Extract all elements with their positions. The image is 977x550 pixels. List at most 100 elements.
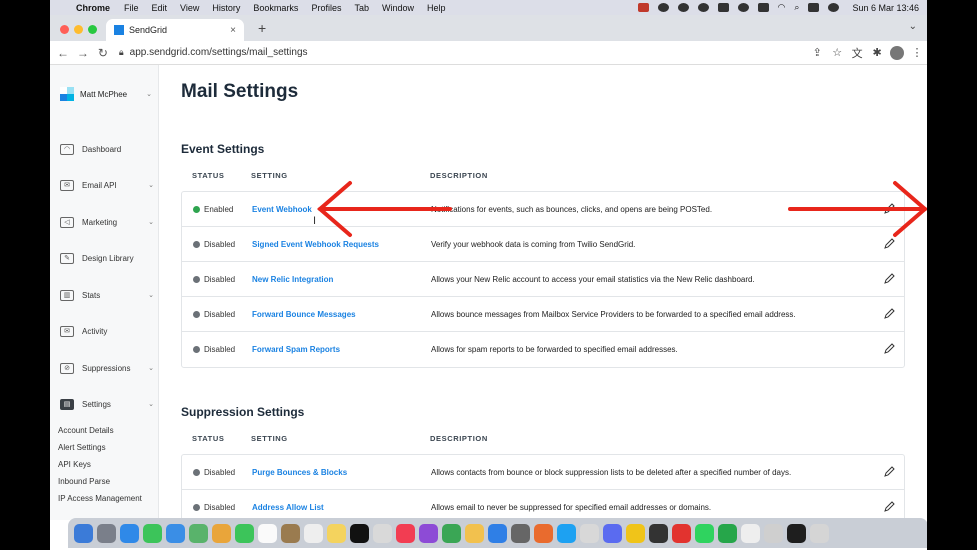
sidebar-item-activity[interactable]: ✉ Activity xyxy=(60,324,154,338)
browser-tab[interactable]: SendGrid × xyxy=(106,19,244,41)
text-edit-icon[interactable] xyxy=(580,523,599,543)
launchpad-icon[interactable] xyxy=(97,523,116,543)
sidebar-sublink-ip-access-management[interactable]: IP Access Management xyxy=(58,494,142,503)
vlc-player-icon[interactable] xyxy=(672,523,691,543)
sync-icon[interactable] xyxy=(677,3,689,12)
sidebar-sublink-alert-settings[interactable]: Alert Settings xyxy=(58,443,106,452)
close-tab-icon[interactable]: × xyxy=(230,25,236,36)
finder-icon[interactable] xyxy=(74,523,93,543)
tab-search-chevron-icon[interactable]: ⌄ xyxy=(909,21,917,32)
message-icon[interactable] xyxy=(697,3,709,12)
edit-pencil-icon[interactable] xyxy=(883,499,895,513)
setting-link-forward-spam[interactable]: Forward Spam Reports xyxy=(252,345,340,354)
menu-history[interactable]: History xyxy=(212,3,240,13)
facetime-alt-icon[interactable] xyxy=(718,523,737,543)
app-store-icon[interactable] xyxy=(488,523,507,543)
preview-icon[interactable] xyxy=(764,523,783,543)
browser-menu-icon[interactable]: ⋮ xyxy=(907,46,927,59)
search-icon[interactable]: ⌕ xyxy=(794,2,799,13)
edit-pencil-icon[interactable] xyxy=(883,306,895,320)
screen-recorder-icon[interactable] xyxy=(649,523,668,543)
firefox-icon[interactable] xyxy=(534,523,553,543)
menu-profiles[interactable]: Profiles xyxy=(311,3,341,13)
control-center-icon[interactable] xyxy=(808,3,820,12)
vlc-icon[interactable] xyxy=(717,3,729,12)
profile-avatar[interactable] xyxy=(890,45,905,60)
address-bar[interactable]: 🔒︎ app.sendgrid.com/settings/mail_settin… xyxy=(119,47,807,58)
apple-tv-icon[interactable] xyxy=(350,523,369,543)
system-preferences-icon[interactable] xyxy=(511,523,530,543)
stickies-icon[interactable] xyxy=(327,523,346,543)
timer-icon[interactable] xyxy=(737,3,749,12)
translate-icon[interactable]: 文 xyxy=(847,45,867,61)
status-icon[interactable] xyxy=(657,3,669,12)
battery-icon[interactable] xyxy=(757,3,769,12)
menu-window[interactable]: Window xyxy=(382,3,414,13)
record-icon[interactable] xyxy=(637,3,649,12)
zoom-window-button[interactable] xyxy=(88,25,97,34)
edit-pencil-icon[interactable] xyxy=(883,464,895,478)
menu-help[interactable]: Help xyxy=(427,3,446,13)
extensions-icon[interactable]: ✱ xyxy=(867,46,887,59)
reload-button[interactable]: ↻ xyxy=(93,46,113,60)
edit-pencil-icon[interactable] xyxy=(883,201,895,215)
menu-edit[interactable]: Edit xyxy=(152,3,168,13)
pages-icon[interactable] xyxy=(465,523,484,543)
sidebar-sublink-api-keys[interactable]: API Keys xyxy=(58,460,91,469)
calendar-icon[interactable] xyxy=(258,523,277,543)
menu-view[interactable]: View xyxy=(180,3,199,13)
lock-icon[interactable]: 🔒︎ xyxy=(119,47,124,58)
maps-icon[interactable] xyxy=(189,523,208,543)
sidebar-item-stats[interactable]: ▥ Stats ⌄ xyxy=(60,288,154,302)
account-switcher[interactable]: Matt McPhee ⌄ xyxy=(60,87,152,101)
menu-file[interactable]: File xyxy=(124,3,139,13)
setting-link-forward-bounce[interactable]: Forward Bounce Messages xyxy=(252,310,356,319)
numbers-icon[interactable] xyxy=(442,523,461,543)
sidebar-item-design-library[interactable]: ✎ Design Library xyxy=(60,251,154,265)
menu-bookmarks[interactable]: Bookmarks xyxy=(253,3,298,13)
music-icon[interactable] xyxy=(396,523,415,543)
sidebar-item-dashboard[interactable]: ◠ Dashboard xyxy=(60,142,154,156)
edit-pencil-icon[interactable] xyxy=(883,341,895,355)
podcasts-icon[interactable] xyxy=(419,523,438,543)
menu-tab[interactable]: Tab xyxy=(354,3,369,13)
setting-link-new-relic[interactable]: New Relic Integration xyxy=(252,275,333,284)
setting-link-address-allow-list[interactable]: Address Allow List xyxy=(252,503,324,512)
sidebar-item-settings[interactable]: ▤ Settings ⌄ xyxy=(60,397,154,411)
minimize-window-button[interactable] xyxy=(74,25,83,34)
sidebar-sublink-inbound-parse[interactable]: Inbound Parse xyxy=(58,477,110,486)
sidebar-item-marketing[interactable]: ◁ Marketing ⌄ xyxy=(60,215,154,229)
keynote-icon[interactable] xyxy=(373,523,392,543)
setting-link-event-webhook[interactable]: Event Webhook xyxy=(252,205,312,214)
messages-icon[interactable] xyxy=(143,523,162,543)
notes-app-icon[interactable] xyxy=(281,523,300,543)
documents-folder-icon[interactable] xyxy=(741,523,760,543)
bookmark-star-icon[interactable]: ☆ xyxy=(827,46,847,59)
messenger-icon[interactable] xyxy=(603,523,622,543)
menu-chrome[interactable]: Chrome xyxy=(76,3,110,13)
back-button[interactable]: ← xyxy=(53,46,73,60)
close-window-button[interactable] xyxy=(60,25,69,34)
mail-icon[interactable] xyxy=(166,523,185,543)
terminal-icon[interactable] xyxy=(787,523,806,543)
edit-pencil-icon[interactable] xyxy=(883,236,895,250)
skype-icon[interactable] xyxy=(557,523,576,543)
photos-icon[interactable] xyxy=(212,523,231,543)
edit-pencil-icon[interactable] xyxy=(883,271,895,285)
sidebar-sublink-account-details[interactable]: Account Details xyxy=(58,426,114,435)
menu-clock[interactable]: Sun 6 Mar 13:46 xyxy=(852,3,919,13)
setting-link-purge-bounces[interactable]: Purge Bounces & Blocks xyxy=(252,468,347,477)
setting-link-signed-event-webhook[interactable]: Signed Event Webhook Requests xyxy=(252,240,379,249)
whatsapp-icon[interactable] xyxy=(695,523,714,543)
sidebar-item-suppressions[interactable]: ⊘ Suppressions ⌄ xyxy=(60,361,154,375)
sidebar-item-email-api[interactable]: ✉ Email API ⌄ xyxy=(60,178,154,192)
share-icon[interactable]: ⇪ xyxy=(807,46,827,59)
chrome-icon[interactable] xyxy=(626,523,645,543)
reminders-icon[interactable] xyxy=(304,523,323,543)
safari-icon[interactable] xyxy=(120,523,139,543)
siri-icon[interactable] xyxy=(828,3,840,12)
new-tab-button[interactable]: + xyxy=(258,20,266,36)
facetime-icon[interactable] xyxy=(235,523,254,543)
forward-button[interactable]: → xyxy=(73,46,93,60)
trash-icon[interactable] xyxy=(810,523,829,543)
